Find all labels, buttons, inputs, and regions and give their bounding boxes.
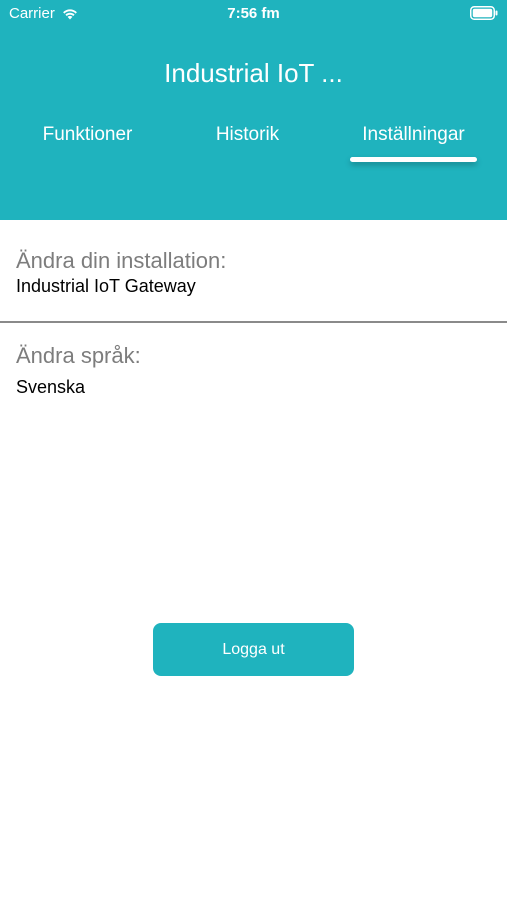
page-title: Industrial IoT ... xyxy=(164,58,343,88)
tab-historik[interactable]: Historik xyxy=(180,124,315,146)
status-time: 7:56 fm xyxy=(227,5,280,22)
language-value: Svenska xyxy=(16,377,86,397)
tab-bar: Funktioner Historik Inställningar xyxy=(0,124,507,169)
status-bar: Carrier 7:56 fm xyxy=(0,0,507,30)
header: Carrier 7:56 fm Industrial IoT ... Funkt… xyxy=(0,0,507,220)
settings-screen: Carrier 7:56 fm Industrial IoT ... Funkt… xyxy=(0,0,507,900)
installation-value: Industrial IoT Gateway xyxy=(16,276,196,296)
active-tab-indicator xyxy=(350,157,477,162)
installation-setting[interactable]: Ändra din installation: Industrial IoT G… xyxy=(0,220,507,323)
tab-funktioner[interactable]: Funktioner xyxy=(20,124,155,146)
logout-button[interactable]: Logga ut xyxy=(153,623,354,676)
installation-label: Ändra din installation: xyxy=(16,248,227,273)
language-setting[interactable]: Ändra språk: Svenska xyxy=(0,323,507,413)
language-label: Ändra språk: xyxy=(16,343,141,368)
battery-icon xyxy=(470,6,498,20)
tab-installningar[interactable]: Inställningar xyxy=(346,124,481,146)
